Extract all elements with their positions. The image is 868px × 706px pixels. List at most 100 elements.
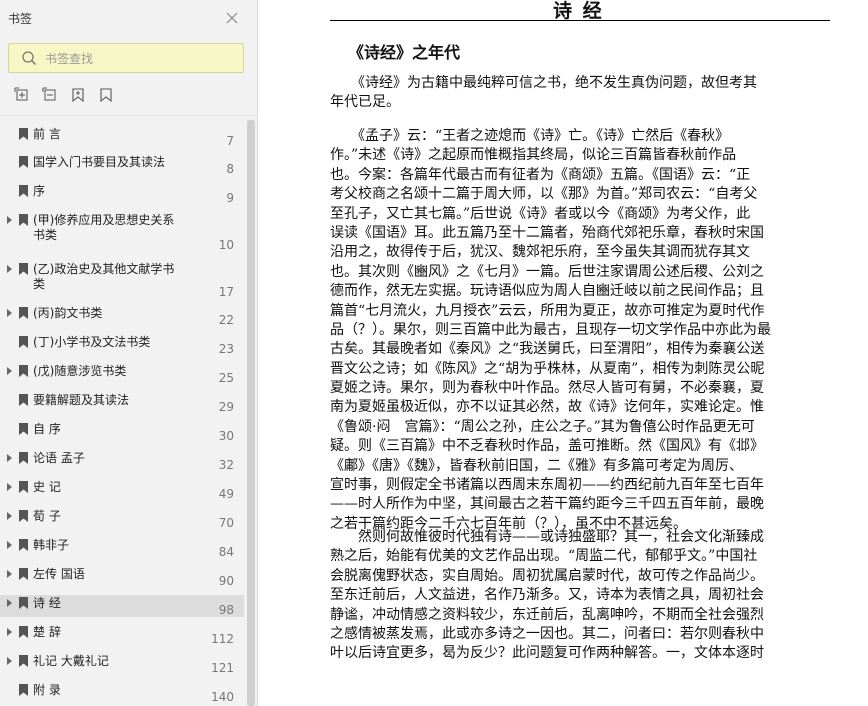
bookmark-ribbon-icon bbox=[19, 263, 28, 275]
text-line: 也。其次则《豳风》之《七月》一篇。后世注家谓周公述后稷、公刘之 bbox=[330, 263, 764, 280]
text-line: 《鲁颂·闷 宫篇》：“周公之孙，庄公之子。”其为鲁僖公时作品更无可 bbox=[330, 418, 755, 435]
bookmarks-panel-title: 书签 bbox=[8, 12, 33, 26]
text-line: 会脱离傀野状态，实自周始。周初犹属启蒙时代，故可传之作品尚少。 bbox=[330, 567, 764, 584]
bookmark-ribbon-icon bbox=[19, 214, 28, 226]
bookmark-label: 楚 辞 bbox=[33, 625, 61, 639]
search-icon bbox=[22, 51, 37, 66]
bookmark-scrollbar[interactable] bbox=[247, 120, 255, 706]
text-line: 古矣。其最晚者如《秦风》之“我送舅氏，曰至渭阳”，相传为秦襄公送 bbox=[330, 341, 765, 358]
section-title: 《诗经》之年代 bbox=[348, 43, 461, 62]
text-line: 《鄘》《唐》《魏》，皆春秋前旧国，二《雅》有多篇可考定为周厉、 bbox=[330, 457, 743, 474]
text-line: 至孔子，又亡其七篇。”后世说《诗》者或以今《商颂》为考父作，此 bbox=[330, 205, 751, 222]
bookmark-item[interactable]: 国学入门书要目及其读法 8 bbox=[0, 154, 244, 176]
bookmark-ribbon-icon bbox=[19, 684, 28, 696]
text-line: 静谧，冲动情感之资料较少，东迁前后，乱离呻吟，不期而全社会强烈 bbox=[330, 606, 764, 623]
bookmark-item[interactable]: (甲)修养应用及思想史关系书类 10 bbox=[0, 212, 244, 252]
bookmark-item[interactable]: 序9 bbox=[0, 183, 244, 205]
text-line: 作。”未述《诗》之起原而惟概指其终局，似论三百篇皆春秋前作品 bbox=[330, 147, 737, 164]
bookmark-item[interactable]: 自 序 30 bbox=[0, 421, 244, 443]
bookmark-label: (甲)修养应用及思想史关系书类 bbox=[33, 213, 175, 242]
bookmark-item[interactable]: (丁)小学书及文法书类 23 bbox=[0, 334, 244, 356]
expand-arrow-icon[interactable] bbox=[7, 367, 12, 375]
bookmark-label: 国学入门书要目及其读法 bbox=[33, 155, 166, 169]
close-icon[interactable] bbox=[224, 10, 240, 26]
bookmark-page-number: 112 bbox=[211, 632, 234, 646]
expand-arrow-icon[interactable] bbox=[7, 309, 12, 317]
bookmark-ribbon-icon bbox=[19, 568, 28, 580]
bookmark-ribbon-icon bbox=[19, 307, 28, 319]
bookmark-ribbon-icon bbox=[19, 394, 28, 406]
bookmark-label: 序 bbox=[33, 184, 46, 198]
bookmark-item[interactable]: 礼记 大戴礼记 121 bbox=[0, 653, 244, 675]
bookmark-label: 韩非子 bbox=[33, 538, 70, 552]
add-bookmark-icon[interactable] bbox=[70, 87, 86, 103]
bookmark-item[interactable]: 楚 辞 112 bbox=[0, 624, 244, 646]
bookmark-label: 自 序 bbox=[33, 422, 61, 436]
bookmark-label: 前 言 bbox=[33, 127, 61, 141]
bookmark-page-number: 32 bbox=[218, 458, 234, 472]
bookmark-item[interactable]: 荀 子 70 bbox=[0, 508, 244, 530]
expand-arrow-icon[interactable] bbox=[7, 454, 12, 462]
bookmark-item[interactable]: 诗 经 98 bbox=[0, 595, 244, 617]
bookmark-page-number: 7 bbox=[226, 134, 234, 148]
scrollbar-thumb[interactable] bbox=[247, 120, 255, 706]
text-line: 沿用之，故得传于后，犹汉、魏郊祀乐府，至今虽失其调而犹存其文 bbox=[330, 244, 750, 261]
bookmark-item[interactable]: (乙)政治史及其他文献学书类 17 bbox=[0, 261, 244, 301]
collapse-all-icon[interactable] bbox=[42, 87, 58, 103]
expand-arrow-icon[interactable] bbox=[7, 599, 12, 607]
bookmark-icon[interactable] bbox=[98, 87, 114, 103]
bookmark-page-number: 90 bbox=[218, 574, 234, 588]
bookmark-ribbon-icon bbox=[19, 481, 28, 493]
bookmark-page-number: 29 bbox=[218, 400, 234, 414]
bookmark-page-number: 30 bbox=[218, 429, 234, 443]
expand-all-icon[interactable] bbox=[14, 87, 30, 103]
bookmark-list: 前 言 7 国学入门书要目及其读法 8 序 9 (甲)修养应用及思想史关系书类 10 (乙)政治… bbox=[0, 118, 258, 706]
bookmark-ribbon-icon bbox=[19, 626, 28, 638]
expand-arrow-icon[interactable] bbox=[7, 570, 12, 578]
text-line: 南为夏姬虽极近似，亦不以证其必然，故《诗》讫何年，实难论定。惟 bbox=[330, 399, 764, 416]
body-paragraph: 《诗经》为古籍中最纯粹可信之书，绝不发生真伪问题，故但考其 年代已足。 bbox=[330, 74, 830, 113]
bookmark-item[interactable]: (戊)随意涉览书类 25 bbox=[0, 363, 244, 385]
expand-arrow-icon[interactable] bbox=[7, 541, 12, 549]
bookmark-item[interactable]: 左传 国语 90 bbox=[0, 566, 244, 588]
bookmark-ribbon-icon bbox=[19, 156, 28, 168]
text-line: 然则何故惟彼时代独有诗——或诗独盛耶？其一，社会文化渐臻成 bbox=[330, 529, 764, 545]
bookmark-item[interactable]: 附 录 140 bbox=[0, 682, 244, 704]
expand-arrow-icon[interactable] bbox=[7, 483, 12, 491]
expand-arrow-icon[interactable] bbox=[7, 657, 12, 665]
text-line: 晋文公之诗；如《陈风》之“胡为乎株林，从夏南”，相传为刺陈灵公昵 bbox=[330, 360, 765, 377]
text-line: 之感情被蒸发焉，此或亦多诗之一因也。其二，问者曰：若尔则春秋中 bbox=[330, 625, 764, 642]
bookmark-label: 史 记 bbox=[33, 480, 61, 494]
text-line: ——时人所作为中坚，其间最古之若干篇约距今三千四五百年前，最晚 bbox=[330, 496, 764, 513]
bookmark-label: 左传 国语 bbox=[33, 567, 85, 581]
bookmark-ribbon-icon bbox=[19, 336, 28, 348]
expand-arrow-icon[interactable] bbox=[7, 628, 12, 636]
expand-arrow-icon[interactable] bbox=[7, 216, 12, 224]
bookmark-item[interactable]: 要籍解题及其读法 29 bbox=[0, 392, 244, 414]
bookmark-label: (戊)随意涉览书类 bbox=[33, 364, 127, 378]
text-line: 夏姬之诗。果尔，则为春秋中叶作品。然尽人皆可有舅，不必秦襄，夏 bbox=[330, 380, 764, 397]
bookmark-page-number: 84 bbox=[218, 545, 234, 559]
expand-arrow-icon[interactable] bbox=[7, 265, 12, 273]
bookmark-page-number: 8 bbox=[226, 162, 234, 176]
bookmark-search-input[interactable] bbox=[45, 49, 235, 69]
bookmark-item[interactable]: (丙)韵文书类 22 bbox=[0, 305, 244, 327]
text-line: 宣时事，则假定全书诸篇以西周末东周初——约西纪前九百年至七百年 bbox=[330, 477, 764, 494]
bookmark-search-box[interactable] bbox=[8, 43, 244, 73]
bookmark-label: (丙)韵文书类 bbox=[33, 306, 103, 320]
text-line: 篇首“七月流火，九月授衣”云云，所用为夏正，故亦可推定为夏时代作 bbox=[330, 302, 765, 319]
bookmark-item[interactable]: 韩非子 84 bbox=[0, 537, 244, 559]
bookmark-item[interactable]: 前 言 7 bbox=[0, 126, 244, 148]
bookmark-page-number: 17 bbox=[218, 285, 234, 299]
text-line: 《诗经》为古籍中最纯粹可信之书，绝不发生真伪问题，故但考其 bbox=[330, 75, 757, 91]
body-paragraph: 《孟子》云：“王者之迹熄而《诗》亡。《诗》亡然后《春秋》 作。”未述《诗》之起原而… bbox=[330, 127, 830, 534]
bookmark-item[interactable]: 史 记 49 bbox=[0, 479, 244, 501]
bookmark-item[interactable]: 论语 孟子 32 bbox=[0, 450, 244, 472]
bookmarks-panel-header: 书签 bbox=[0, 0, 258, 36]
expand-arrow-icon[interactable] bbox=[7, 512, 12, 520]
bookmark-label: (乙)政治史及其他文献学书类 bbox=[33, 262, 175, 291]
bookmark-label: 要籍解题及其读法 bbox=[33, 393, 130, 407]
bookmark-page-number: 25 bbox=[218, 371, 234, 385]
bookmark-ribbon-icon bbox=[19, 510, 28, 522]
bookmark-page-number: 49 bbox=[218, 487, 234, 501]
